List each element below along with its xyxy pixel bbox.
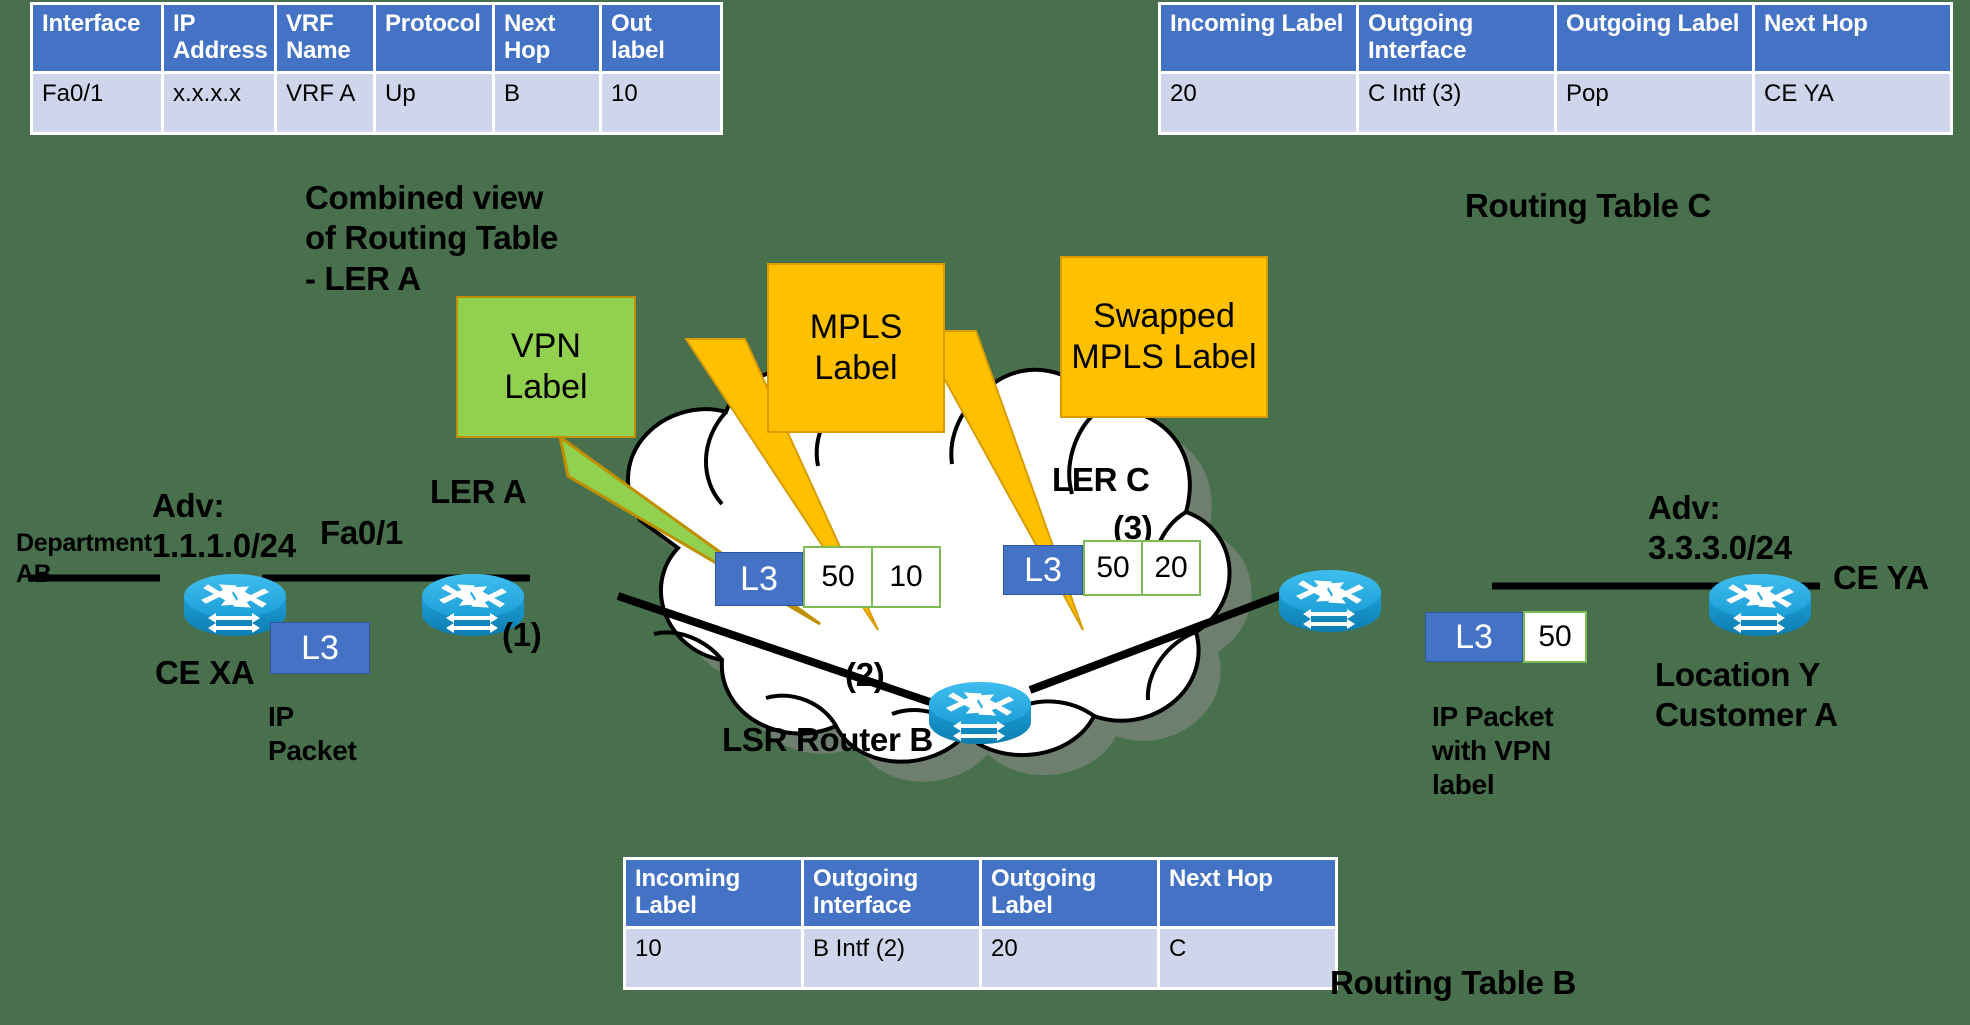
table-row: 10 B Intf (2) 20 C bbox=[626, 928, 1335, 987]
cell-ip-address: x.x.x.x bbox=[164, 73, 274, 132]
routing-table-b-caption: Routing Table B bbox=[1330, 964, 1577, 1001]
table-row: 20 C Intf (3) Pop CE YA bbox=[1161, 73, 1950, 132]
callout-swapped-mpls-label: Swapped MPLS Label bbox=[1060, 256, 1268, 418]
packet-l3-block: L3 bbox=[715, 552, 803, 606]
label-ler-a: LER A bbox=[430, 473, 527, 510]
packet-vpn-only-caption: IP Packet with VPN label bbox=[1432, 701, 1554, 801]
callout-mpls-label: MPLS Label bbox=[767, 263, 945, 433]
label-ce-ya: CE YA bbox=[1833, 559, 1929, 596]
label-fa01-interface: Fa0/1 bbox=[320, 514, 403, 551]
label-lsr-b-port: (2) bbox=[845, 656, 885, 693]
table-header-row: Incoming Label Outgoing Interface Outgoi… bbox=[1161, 5, 1950, 71]
column-header-incoming-label: Incoming Label bbox=[1161, 5, 1356, 71]
column-header-incoming-label: Incoming Label bbox=[626, 860, 801, 926]
cell-outgoing-label: 20 bbox=[982, 928, 1157, 987]
routing-table-b-grid: Incoming Label Outgoing Interface Outgoi… bbox=[623, 857, 1338, 990]
diagram-canvas: Interface IP Address VRF Name Protocol N… bbox=[0, 0, 1970, 1025]
label-ce-xa: CE XA bbox=[155, 654, 255, 691]
routing-table-c-caption: Routing Table C bbox=[1465, 187, 1712, 224]
column-header-next-hop: Next Hop bbox=[495, 5, 599, 71]
cell-incoming-label: 20 bbox=[1161, 73, 1356, 132]
packet-ip-plain-caption: IP Packet bbox=[268, 701, 357, 767]
label-location-y-customer-a: Location Y Customer A bbox=[1655, 656, 1838, 734]
routing-table-c: Incoming Label Outgoing Interface Outgoi… bbox=[1158, 2, 1953, 135]
column-header-out-label: Out label bbox=[602, 5, 720, 71]
column-header-outgoing-interface: Outgoing Interface bbox=[1359, 5, 1554, 71]
routing-table-b: Incoming Label Outgoing Interface Outgoi… bbox=[623, 857, 1338, 990]
cell-next-hop: C bbox=[1160, 928, 1335, 987]
router-icon-lsr-b bbox=[929, 682, 1031, 744]
label-ler-a-port: (1) bbox=[502, 616, 542, 653]
routing-table-c-grid: Incoming Label Outgoing Interface Outgoi… bbox=[1158, 2, 1953, 135]
column-header-outgoing-label: Outgoing Label bbox=[982, 860, 1157, 926]
routing-table-lera-caption: Combined view of Routing Table - LER A bbox=[305, 179, 559, 297]
packet-labeled-in: L3 50 10 bbox=[715, 546, 941, 608]
column-header-protocol: Protocol bbox=[376, 5, 492, 71]
column-header-outgoing-interface: Outgoing Interface bbox=[804, 860, 979, 926]
cell-next-hop: CE YA bbox=[1755, 73, 1950, 132]
column-header-next-hop: Next Hop bbox=[1755, 5, 1950, 71]
cell-outgoing-interface: C Intf (3) bbox=[1359, 73, 1554, 132]
table-row: Fa0/1 x.x.x.x VRF A Up B 10 bbox=[33, 73, 720, 132]
label-ler-c: LER C bbox=[1052, 461, 1150, 498]
label-adv-ce-ya: Adv: 3.3.3.0/24 bbox=[1648, 489, 1792, 567]
cell-out-label: 10 bbox=[602, 73, 720, 132]
routing-table-lera-grid: Interface IP Address VRF Name Protocol N… bbox=[30, 2, 723, 135]
packet-vpn-only: L3 50 bbox=[1425, 611, 1587, 663]
cell-outgoing-label: Pop bbox=[1557, 73, 1752, 132]
packet-vpn-label-inner: 10 bbox=[871, 546, 941, 608]
packet-mpls-label-outer: 50 bbox=[1083, 540, 1143, 596]
packet-ip-plain: L3 bbox=[270, 622, 370, 674]
packet-mpls-label-outer: 50 bbox=[803, 546, 873, 608]
cell-interface: Fa0/1 bbox=[33, 73, 161, 132]
column-header-ip-address: IP Address bbox=[164, 5, 274, 71]
column-header-outgoing-label: Outgoing Label bbox=[1557, 5, 1752, 71]
table-header-row: Incoming Label Outgoing Interface Outgoi… bbox=[626, 860, 1335, 926]
column-header-vrf-name: VRF Name bbox=[277, 5, 373, 71]
packet-l3-block: L3 bbox=[270, 622, 370, 674]
cell-vrf-name: VRF A bbox=[277, 73, 373, 132]
cell-protocol: Up bbox=[376, 73, 492, 132]
table-header-row: Interface IP Address VRF Name Protocol N… bbox=[33, 5, 720, 71]
router-icon-ler-c bbox=[1279, 570, 1381, 632]
column-header-next-hop: Next Hop bbox=[1160, 860, 1335, 926]
callout-vpn-label: VPN Label bbox=[456, 296, 636, 438]
packet-labeled-swapped: L3 50 20 bbox=[1003, 540, 1201, 596]
cell-incoming-label: 10 bbox=[626, 928, 801, 987]
packet-l3-block: L3 bbox=[1425, 612, 1523, 662]
cell-next-hop: B bbox=[495, 73, 599, 132]
label-lsr-router-b: LSR Router B bbox=[722, 721, 933, 758]
routing-table-lera: Interface IP Address VRF Name Protocol N… bbox=[30, 2, 723, 135]
packet-vpn-label-swapped: 20 bbox=[1141, 540, 1201, 596]
packet-l3-block: L3 bbox=[1003, 545, 1083, 595]
cell-outgoing-interface: B Intf (2) bbox=[804, 928, 979, 987]
column-header-interface: Interface bbox=[33, 5, 161, 71]
packet-vpn-label: 50 bbox=[1523, 611, 1587, 663]
